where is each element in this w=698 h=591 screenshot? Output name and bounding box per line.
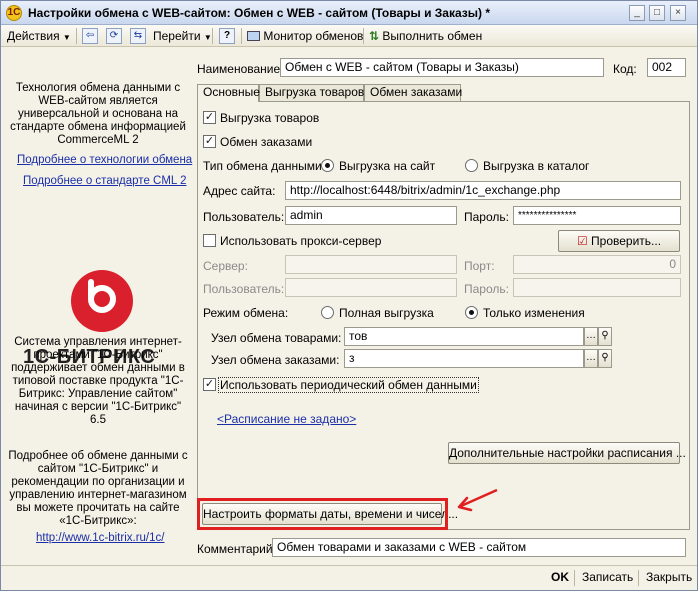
goods-node-field[interactable]: тов bbox=[344, 327, 584, 346]
actions-menu-button[interactable]: Действия ▼ bbox=[7, 28, 71, 44]
use-proxy-checkbox[interactable] bbox=[203, 234, 216, 247]
type-catalog-radio[interactable] bbox=[465, 159, 478, 172]
close-window-button[interactable]: × bbox=[670, 5, 686, 21]
bitrix-system-text: Система управления интернет-проектами "1… bbox=[11, 336, 185, 426]
orders-node-label: Узел обмена заказами: bbox=[211, 353, 340, 367]
toolbar-divider bbox=[76, 28, 77, 44]
user-label: Пользователь: bbox=[203, 210, 285, 224]
maximize-button[interactable]: □ bbox=[649, 5, 665, 21]
title-bar: 1С Настройки обмена с WEB-сайтом: Обмен … bbox=[1, 1, 697, 25]
bitrix-logo-icon bbox=[71, 270, 133, 332]
tab-orders-exchange[interactable]: Обмен заказами bbox=[364, 84, 462, 101]
periodic-exchange-checkbox[interactable]: ✓ bbox=[203, 378, 216, 391]
port-label: Порт: bbox=[464, 259, 495, 273]
schedule-link[interactable]: <Расписание не задано> bbox=[217, 412, 356, 426]
execute-exchange-icon: ⇅ bbox=[369, 29, 380, 43]
exchange-monitor-label: Монитор обменов bbox=[263, 29, 364, 43]
toolbar-divider bbox=[363, 28, 364, 44]
bitrix-more-text: Подробнее об обмене данными с сайтом "1С… bbox=[8, 450, 188, 527]
site-address-field[interactable]: http://localhost:6448/bitrix/admin/1c_ex… bbox=[285, 181, 681, 200]
exchange-technology-text: Технология обмена данными с WEB-сайтом я… bbox=[10, 82, 186, 146]
type-catalog-label: Выгрузка в каталог bbox=[483, 159, 590, 173]
footer-divider bbox=[574, 570, 575, 586]
info-sidebar: Технология обмена данными с WEB-сайтом я… bbox=[2, 48, 192, 567]
close-button[interactable]: Закрыть bbox=[646, 570, 692, 584]
code-field[interactable]: 002 bbox=[647, 58, 686, 77]
technology-details-link[interactable]: Подробнее о технологии обмена bbox=[17, 154, 192, 166]
server-label: Сервер: bbox=[203, 259, 248, 273]
proxy-password-field[interactable] bbox=[513, 278, 681, 297]
periodic-exchange-label: Использовать периодический обмен данными bbox=[218, 377, 479, 393]
orders-exchange-label: Обмен заказами bbox=[220, 135, 313, 149]
name-label: Наименование: bbox=[197, 62, 284, 76]
proxy-port-field[interactable]: 0 bbox=[513, 255, 681, 274]
password-label: Пароль: bbox=[464, 210, 509, 224]
exchange-type-label: Тип обмена данными: bbox=[203, 159, 326, 173]
check-connection-label: Проверить... bbox=[591, 234, 662, 248]
proxy-user-field[interactable] bbox=[285, 278, 457, 297]
tab-goods-upload[interactable]: Выгрузка товаров bbox=[259, 84, 364, 101]
search-icon[interactable]: ⚲ bbox=[598, 327, 612, 346]
execute-exchange-label: Выполнить обмен bbox=[382, 29, 483, 43]
site-address-label: Адрес сайта: bbox=[203, 184, 276, 198]
user-field[interactable]: admin bbox=[285, 206, 457, 225]
actions-menu-label: Действия bbox=[7, 29, 60, 43]
bitrix-site-link[interactable]: http://www.1c-bitrix.ru/1c/ bbox=[36, 532, 164, 544]
ok-button[interactable]: OK bbox=[551, 570, 569, 584]
toolbar-divider bbox=[212, 28, 213, 44]
comment-field[interactable]: Обмен товарами и заказами с WEB - сайтом bbox=[272, 538, 686, 557]
dialog-footer: OK Записать Закрыть bbox=[1, 565, 697, 590]
password-field[interactable]: *************** bbox=[513, 206, 681, 225]
check-connection-button[interactable]: ☑ Проверить... bbox=[558, 230, 680, 252]
type-site-radio[interactable] bbox=[321, 159, 334, 172]
help-icon[interactable]: ? bbox=[219, 28, 235, 44]
proxy-password-label: Пароль: bbox=[464, 282, 509, 296]
proxy-server-field[interactable] bbox=[285, 255, 457, 274]
name-field[interactable]: Обмен с WEB - сайтом (Товары и Заказы) bbox=[280, 58, 604, 77]
orders-node-select-button[interactable]: … bbox=[584, 349, 598, 368]
execute-exchange-button[interactable]: ⇅ Выполнить обмен bbox=[369, 28, 482, 44]
search-icon[interactable]: ⚲ bbox=[598, 349, 612, 368]
save-button[interactable]: Записать bbox=[582, 570, 633, 584]
back-arrow-icon[interactable]: ⇦ bbox=[82, 28, 98, 44]
proxy-user-label: Пользователь: bbox=[203, 282, 285, 296]
window-title: Настройки обмена с WEB-сайтом: Обмен с W… bbox=[28, 6, 491, 20]
refresh-icon[interactable]: ⟳ bbox=[106, 28, 122, 44]
mode-changes-label: Только изменения bbox=[483, 306, 585, 320]
comment-label: Комментарий: bbox=[197, 542, 276, 556]
goto-menu-button[interactable]: Перейти ▼ bbox=[153, 28, 212, 44]
exchange-mode-label: Режим обмена: bbox=[203, 306, 289, 320]
toolbar-divider bbox=[241, 28, 242, 44]
toolbar: Действия ▼ ⇦ ⟳ ⇆ Перейти ▼ ? Монитор обм… bbox=[1, 25, 697, 47]
mode-full-radio[interactable] bbox=[321, 306, 334, 319]
minimize-button[interactable]: _ bbox=[629, 5, 645, 21]
exchange-monitor-button[interactable]: Монитор обменов bbox=[247, 28, 363, 44]
goto-menu-label: Перейти bbox=[153, 29, 201, 43]
red-arrow-icon bbox=[457, 488, 498, 512]
orders-exchange-checkbox[interactable]: ✓ bbox=[203, 135, 216, 148]
goods-node-select-button[interactable]: … bbox=[584, 327, 598, 346]
goods-upload-checkbox[interactable]: ✓ bbox=[203, 111, 216, 124]
cml-standard-link[interactable]: Подробнее о стандарте CML 2 bbox=[23, 175, 186, 187]
goods-node-label: Узел обмена товарами: bbox=[211, 331, 342, 345]
goods-upload-label: Выгрузка товаров bbox=[220, 111, 320, 125]
use-proxy-label: Использовать прокси-сервер bbox=[220, 234, 382, 248]
check-list-icon: ☑ bbox=[576, 234, 588, 248]
mode-full-label: Полная выгрузка bbox=[339, 306, 434, 320]
tab-main[interactable]: Основные bbox=[197, 84, 260, 102]
footer-divider bbox=[638, 570, 639, 586]
orders-node-field[interactable]: з bbox=[344, 349, 584, 368]
chevron-down-icon: ▼ bbox=[62, 33, 71, 42]
chevron-down-icon: ▼ bbox=[203, 33, 212, 42]
highlight-frame bbox=[197, 498, 448, 530]
settings-window: 1С Настройки обмена с WEB-сайтом: Обмен … bbox=[0, 0, 698, 591]
app-logo-icon: 1С bbox=[6, 5, 22, 21]
type-site-label: Выгрузка на сайт bbox=[339, 159, 436, 173]
monitor-icon bbox=[247, 31, 260, 41]
extra-schedule-settings-button[interactable]: Дополнительные настройки расписания ... bbox=[448, 442, 686, 464]
mode-changes-radio[interactable] bbox=[465, 306, 478, 319]
navigate-icon[interactable]: ⇆ bbox=[130, 28, 146, 44]
code-label: Код: bbox=[613, 62, 637, 76]
